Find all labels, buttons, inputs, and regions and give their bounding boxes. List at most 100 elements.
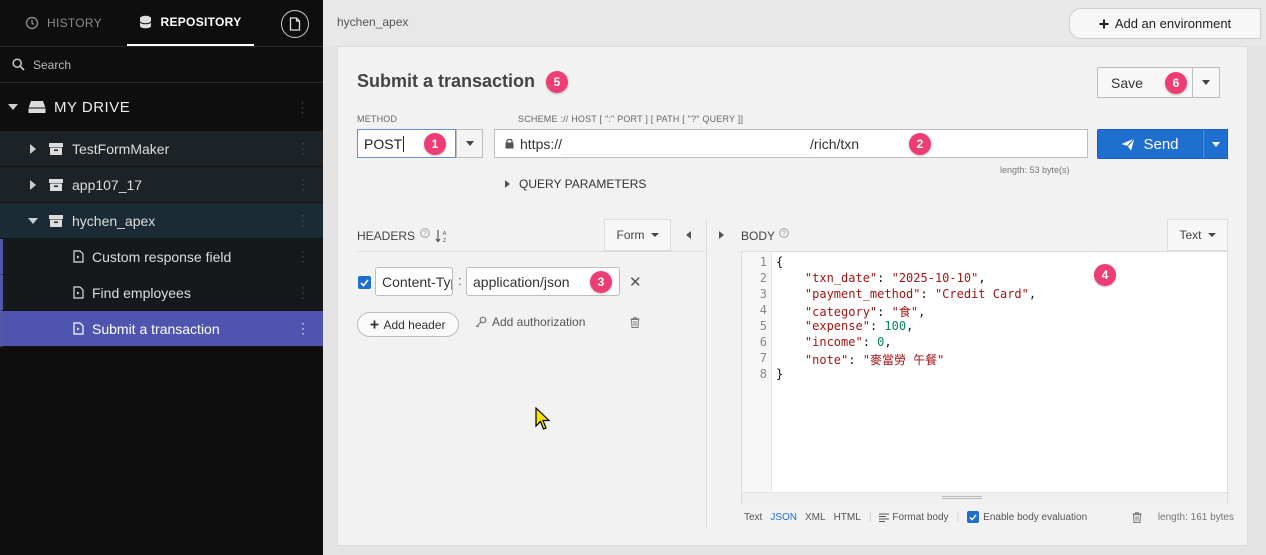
save-group: Save [1097,67,1220,98]
trash-icon[interactable] [630,317,640,328]
query-parameters-label: QUERY PARAMETERS [519,177,647,191]
line-number: 2 [759,271,767,285]
panel-splitter[interactable] [706,219,707,529]
request-submit-a-transaction[interactable]: Submit a transaction · · · [0,311,323,347]
format-json[interactable]: JSON [770,512,797,523]
request-label: Submit a transaction [92,320,220,337]
headers-mode-label: Form [616,228,645,242]
folder-box-icon [49,214,63,227]
more-options-icon[interactable]: · · · [301,173,305,195]
method-dropdown-button[interactable] [456,129,483,158]
enable-eval-checkbox[interactable]: Enable body evaluation [967,511,1087,523]
url-suffix: /rich/txn [810,135,860,152]
caret-right-icon [30,143,36,154]
add-environment-button[interactable]: Add an environment [1069,8,1261,39]
search-icon [12,58,25,71]
headers-mode-dropdown[interactable]: Form [604,219,671,251]
tab-repository[interactable]: REPOSITORY [127,0,254,46]
request-label: Find employees [92,284,191,301]
url-input[interactable]: https:// /rich/txn [494,129,1088,158]
add-header-button[interactable]: Add header [357,312,459,337]
collapse-left-icon[interactable] [686,231,691,239]
key-icon [475,316,487,328]
add-authorization-button[interactable]: Add authorization [475,315,585,329]
code-line: { [776,255,784,269]
json-value: "2025-10-10" [891,271,979,285]
format-text[interactable]: Text [744,512,762,523]
enable-eval-label: Enable body evaluation [983,511,1088,523]
paper-plane-icon [1121,137,1136,150]
send-options-button[interactable] [1203,129,1228,159]
format-html[interactable]: HTML [834,512,861,523]
body-mode-dropdown[interactable]: Text [1167,219,1228,251]
trash-icon[interactable] [1132,511,1142,523]
new-document-button[interactable] [281,10,309,38]
sidebar-tabs: HISTORY REPOSITORY [0,0,323,47]
body-editor[interactable]: 1 2 3 4 5 6 7 8 { "txn_date": "2025-10-1… [741,251,1228,504]
body-footer: Text JSON XML HTML | Format body | Enabl… [744,511,1234,523]
caret-right-icon [30,179,36,190]
format-body-button[interactable]: Format body [879,512,949,523]
plus-icon [370,320,379,329]
svg-text:?: ? [782,231,786,238]
header-enabled-checkbox[interactable] [358,276,371,289]
line-number: 6 [759,335,767,349]
annotation-badge-5: 5 [546,71,568,93]
editor-resize-bar[interactable] [742,492,1227,504]
more-options-icon[interactable]: · · · [301,317,305,339]
project-testformmaker[interactable]: TestFormMaker · · · [0,131,323,167]
caret-down-icon [28,217,38,224]
project-label: hychen_apex [72,212,156,229]
project-app107-17[interactable]: app107_17 · · · [0,167,323,203]
request-custom-response-field[interactable]: Custom response field · · · [0,239,323,275]
project-hychen-apex[interactable]: hychen_apex · · · [0,203,323,239]
code-line: "expense": 100, [804,319,914,333]
tab-history[interactable]: HISTORY [0,0,127,46]
annotation-badge-2: 2 [909,133,931,155]
more-options-icon[interactable]: · · · [301,209,305,231]
sort-alpha-icon[interactable]: AZ [435,229,449,243]
caret-down-icon [8,104,18,110]
search-input[interactable] [33,57,293,72]
code-line: "payment_method": "Credit Card", [804,287,1037,301]
collapse-right-icon[interactable] [719,231,724,239]
add-authorization-label: Add authorization [492,315,586,329]
request-find-employees[interactable]: Find employees · · · [0,275,323,311]
more-options-icon[interactable]: · · · [301,281,305,303]
send-group: Send [1097,129,1228,159]
breadcrumb: hychen_apex [337,15,409,29]
project-label: TestFormMaker [72,140,170,157]
save-options-button[interactable] [1193,67,1220,98]
help-icon[interactable]: ? [779,228,789,238]
line-number: 8 [759,367,767,381]
checkbox-checked[interactable] [967,511,980,523]
separator: | [956,511,960,523]
tab-history-label: HISTORY [46,16,102,30]
project-label: app107_17 [72,176,143,193]
line-number: 5 [759,319,767,333]
body-length: length: 161 bytes [1157,511,1234,523]
drive-icon [28,101,46,113]
query-parameters-toggle[interactable]: QUERY PARAMETERS [505,177,646,191]
tab-repository-label: REPOSITORY [160,15,242,29]
line-number: 7 [759,351,767,365]
body-label: BODY [741,229,776,243]
more-options-icon[interactable]: · · · [301,245,305,267]
format-xml[interactable]: XML [805,512,826,523]
json-value: 0 [877,335,885,349]
send-button[interactable]: Send [1097,129,1203,159]
document-icon [73,286,84,299]
header-separator: : [458,273,462,288]
my-drive-row[interactable]: MY DRIVE · · · [0,83,323,131]
url-length: length: 53 byte(s) [1000,165,1070,175]
request-title: Submit a transaction [357,71,536,91]
help-icon[interactable]: ? [420,228,430,238]
line-number: 4 [759,303,767,317]
remove-header-icon[interactable]: ✕ [629,273,642,291]
header-key-input[interactable]: Content-Type [375,267,453,296]
code-line: "note": "麥當勞 午餐" [804,353,945,367]
more-options-icon[interactable]: · · · [301,137,305,159]
more-options-icon[interactable]: · · · [301,96,306,118]
resize-grip-icon[interactable] [942,496,982,499]
caret-down-icon [1207,233,1216,237]
